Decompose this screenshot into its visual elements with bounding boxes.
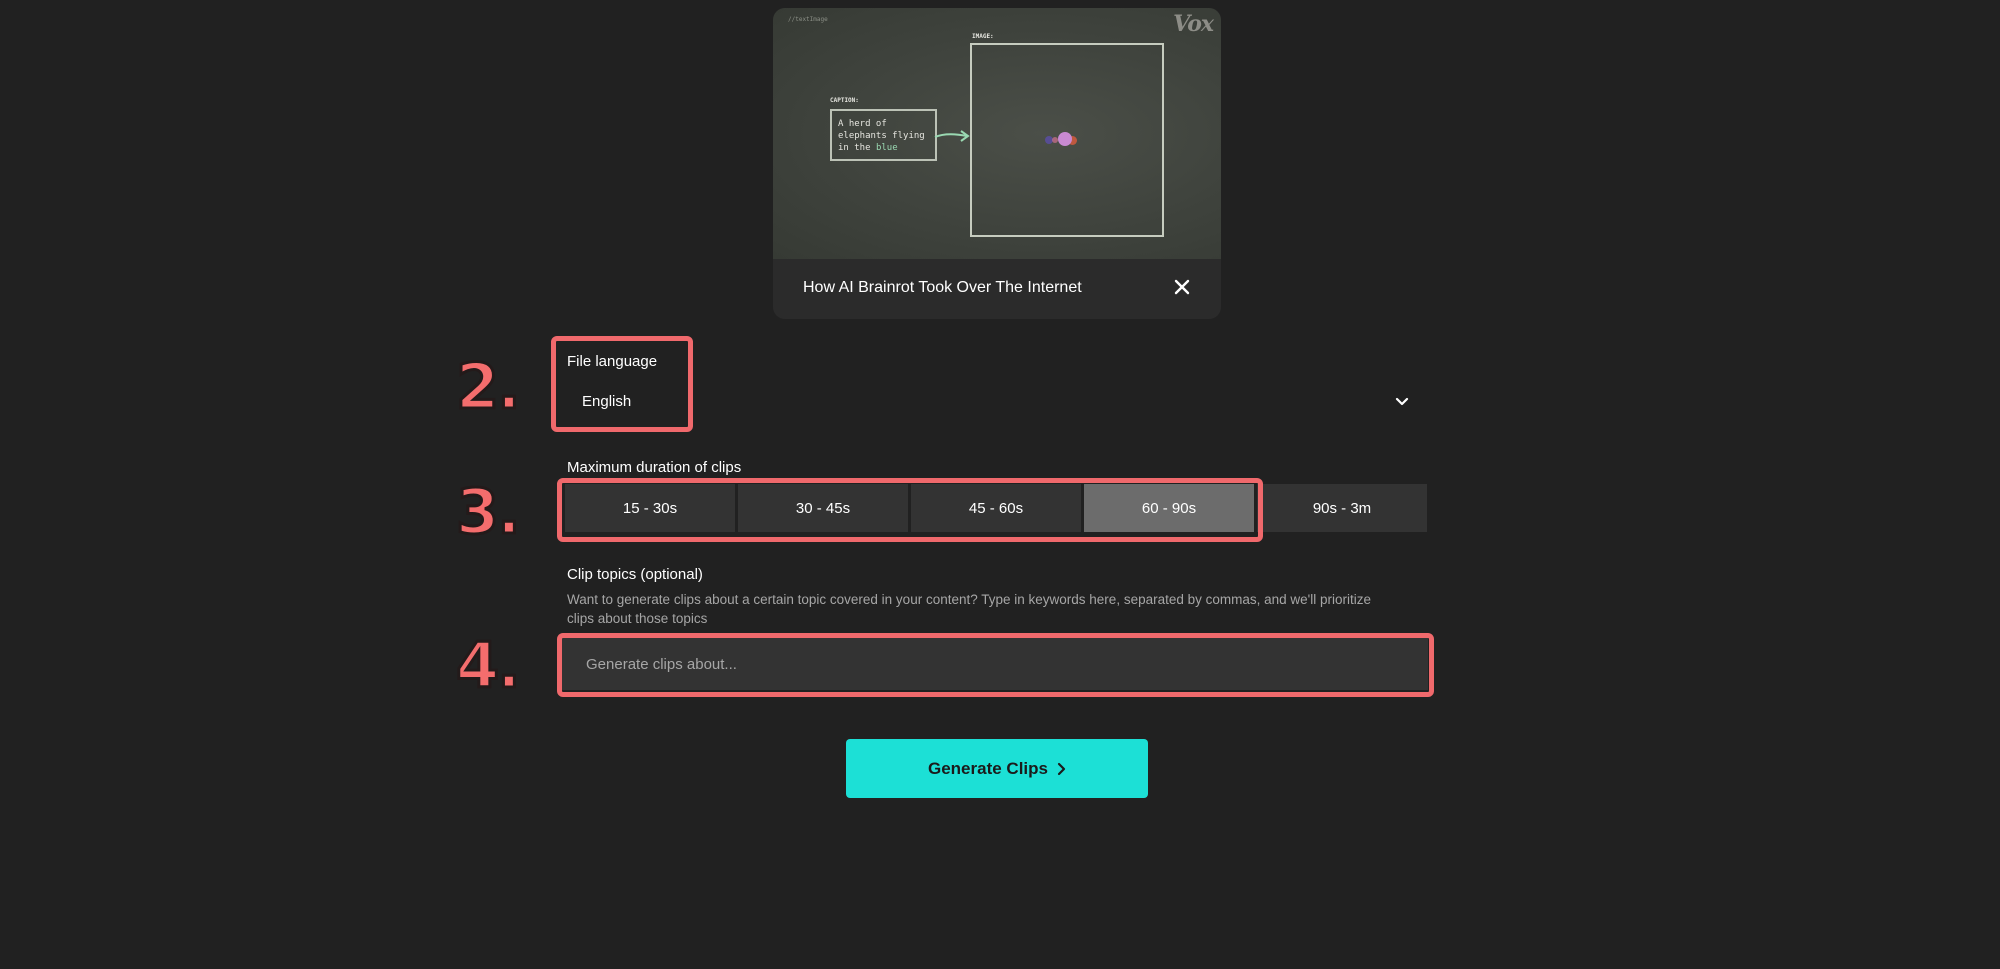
language-dropdown[interactable]: [566, 378, 1430, 426]
language-label: File language: [567, 353, 658, 370]
topics-highlight: [557, 633, 1434, 697]
generate-clips-label: Generate Clips: [928, 758, 1048, 778]
chevron-down-icon[interactable]: [1394, 394, 1410, 410]
dot-icon: [1058, 132, 1072, 146]
duration-option-90s-3m[interactable]: 90s - 3m: [1257, 484, 1427, 532]
duration-highlight: [557, 478, 1263, 542]
caption-line: A herd of: [838, 119, 887, 129]
duration-label: Maximum duration of clips: [567, 459, 742, 476]
video-caption-bar: How AI Brainrot Took Over The Internet: [773, 259, 1221, 319]
thumbnail-image-label: IMAGE:: [972, 33, 994, 40]
caption-highlight: blue: [875, 143, 898, 153]
close-icon[interactable]: [1173, 278, 1191, 296]
arrow-icon: [934, 130, 970, 142]
thumbnail-tag: //textImage: [788, 16, 828, 23]
topics-helper-text: Want to generate clips about a certain t…: [567, 592, 1372, 626]
step-number-3: 3.: [455, 475, 523, 548]
caption-line: in the: [838, 143, 876, 153]
thumbnail-image-box: [970, 43, 1164, 237]
video-title: How AI Brainrot Took Over The Internet: [803, 279, 1082, 296]
language-value: English: [582, 393, 632, 410]
step-number-4: 4.: [455, 629, 523, 702]
thumbnail-caption-box: A herd of elephants flying in the blue: [830, 109, 937, 161]
video-thumbnail[interactable]: //textImage Vox CAPTION: IMAGE: A herd o…: [773, 8, 1221, 259]
generate-clips-button[interactable]: Generate Clips: [846, 739, 1148, 798]
topics-label: Clip topics (optional): [567, 566, 703, 583]
page: //textImage Vox CAPTION: IMAGE: A herd o…: [0, 0, 2000, 969]
chevron-right-icon: [1057, 762, 1066, 775]
caption-line: elephants flying: [838, 131, 925, 141]
thumbnail-caption-label: CAPTION:: [830, 97, 859, 104]
vox-logo: Vox: [1173, 11, 1214, 37]
video-card: //textImage Vox CAPTION: IMAGE: A herd o…: [773, 8, 1221, 319]
step-number-2: 2.: [455, 350, 523, 423]
